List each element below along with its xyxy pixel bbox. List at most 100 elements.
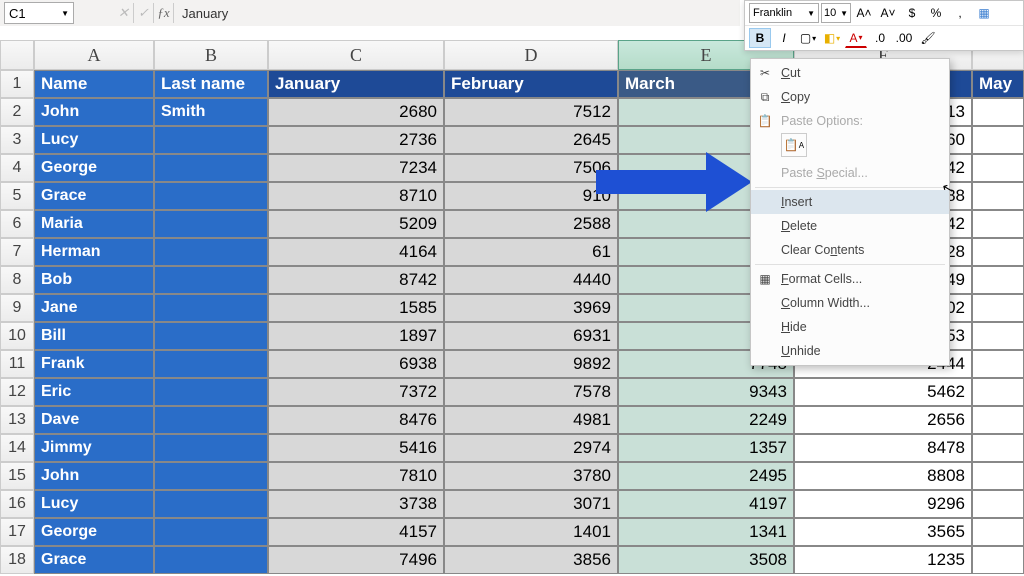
cell-jan[interactable]: 7234: [268, 154, 444, 182]
cell-jan[interactable]: 3738: [268, 490, 444, 518]
ctx-format-cells[interactable]: ▦Format Cells...: [751, 267, 949, 291]
cell-mar[interactable]: 3508: [618, 546, 794, 574]
cell-last[interactable]: [154, 238, 268, 266]
cell-feb[interactable]: 6931: [444, 322, 618, 350]
cell-may[interactable]: [972, 210, 1024, 238]
fill-color-button[interactable]: ◧▾: [821, 28, 843, 48]
cell-mar[interactable]: 1341: [618, 518, 794, 546]
decrease-font-button[interactable]: A˅: [877, 3, 899, 23]
cell-feb[interactable]: 1401: [444, 518, 618, 546]
column-header-c[interactable]: C: [268, 40, 444, 70]
cell-apr[interactable]: 1235: [794, 546, 972, 574]
cell-apr[interactable]: 2656: [794, 406, 972, 434]
ctx-unhide[interactable]: Unhide: [751, 339, 949, 363]
cell-jan[interactable]: 7496: [268, 546, 444, 574]
cell-may[interactable]: [972, 462, 1024, 490]
cell-feb[interactable]: 61: [444, 238, 618, 266]
cell-name[interactable]: Eric: [34, 378, 154, 406]
cell-name[interactable]: Herman: [34, 238, 154, 266]
formula-input[interactable]: January: [182, 6, 228, 21]
cell-last[interactable]: [154, 490, 268, 518]
cell-may[interactable]: [972, 322, 1024, 350]
cell-jan[interactable]: 1585: [268, 294, 444, 322]
cell-name[interactable]: Jane: [34, 294, 154, 322]
cell-feb[interactable]: 3071: [444, 490, 618, 518]
cell-feb[interactable]: 2974: [444, 434, 618, 462]
row-header[interactable]: 17: [0, 518, 34, 546]
cell-feb[interactable]: 3780: [444, 462, 618, 490]
row-header[interactable]: 14: [0, 434, 34, 462]
row-header[interactable]: 15: [0, 462, 34, 490]
comma-button[interactable]: ,: [949, 3, 971, 23]
header-feb[interactable]: February: [444, 70, 618, 98]
increase-font-button[interactable]: A˄: [853, 3, 875, 23]
cell-mar[interactable]: 2249: [618, 406, 794, 434]
ctx-delete[interactable]: Delete: [751, 214, 949, 238]
row-header[interactable]: 13: [0, 406, 34, 434]
cell-name[interactable]: Bill: [34, 322, 154, 350]
cell-jan[interactable]: 8476: [268, 406, 444, 434]
cell-name[interactable]: John: [34, 462, 154, 490]
cell-may[interactable]: [972, 546, 1024, 574]
cell-jan[interactable]: 7810: [268, 462, 444, 490]
cell-last[interactable]: [154, 518, 268, 546]
cell-may[interactable]: [972, 294, 1024, 322]
cell-name[interactable]: Lucy: [34, 126, 154, 154]
cell-jan[interactable]: 5416: [268, 434, 444, 462]
cell-mar[interactable]: 9343: [618, 378, 794, 406]
cell-may[interactable]: [972, 154, 1024, 182]
cell-feb[interactable]: 3856: [444, 546, 618, 574]
cell-last[interactable]: [154, 378, 268, 406]
ctx-column-width[interactable]: Column Width...: [751, 291, 949, 315]
cell-may[interactable]: [972, 126, 1024, 154]
cell-last[interactable]: [154, 434, 268, 462]
increase-decimal-icon[interactable]: .00: [893, 28, 915, 48]
cell-last[interactable]: [154, 546, 268, 574]
cell-jan[interactable]: 6938: [268, 350, 444, 378]
cell-feb[interactable]: 4981: [444, 406, 618, 434]
cell-name[interactable]: George: [34, 518, 154, 546]
bold-button[interactable]: B: [749, 28, 771, 48]
name-box[interactable]: C1 ▼: [4, 2, 74, 24]
cell-feb[interactable]: 2645: [444, 126, 618, 154]
cell-last[interactable]: [154, 462, 268, 490]
column-header-d[interactable]: D: [444, 40, 618, 70]
percent-button[interactable]: %: [925, 3, 947, 23]
cell-apr[interactable]: 9296: [794, 490, 972, 518]
cell-feb[interactable]: 7578: [444, 378, 618, 406]
row-header[interactable]: 16: [0, 490, 34, 518]
row-header[interactable]: 4: [0, 154, 34, 182]
decrease-decimal-icon[interactable]: .0: [869, 28, 891, 48]
cell-name[interactable]: Frank: [34, 350, 154, 378]
cell-may[interactable]: [972, 434, 1024, 462]
cell-mar[interactable]: 2495: [618, 462, 794, 490]
row-header[interactable]: 1: [0, 70, 34, 98]
cell-last[interactable]: [154, 210, 268, 238]
cell-last[interactable]: [154, 126, 268, 154]
cell-may[interactable]: [972, 98, 1024, 126]
cell-may[interactable]: [972, 518, 1024, 546]
cell-last[interactable]: Smith: [154, 98, 268, 126]
cell-feb[interactable]: 7512: [444, 98, 618, 126]
cell-last[interactable]: [154, 322, 268, 350]
cell-may[interactable]: [972, 406, 1024, 434]
cell-jan[interactable]: 8742: [268, 266, 444, 294]
ctx-copy[interactable]: ⧉Copy: [751, 85, 949, 109]
cell-name[interactable]: Dave: [34, 406, 154, 434]
cancel-icon[interactable]: ✕: [114, 3, 134, 23]
cell-feb[interactable]: 7506: [444, 154, 618, 182]
cell-name[interactable]: George: [34, 154, 154, 182]
cell-apr[interactable]: 3565: [794, 518, 972, 546]
format-painter-icon[interactable]: 🖌: [917, 28, 939, 48]
column-header-a[interactable]: A: [34, 40, 154, 70]
cell-may[interactable]: [972, 378, 1024, 406]
cell-may[interactable]: [972, 490, 1024, 518]
font-color-button[interactable]: A▾: [845, 28, 867, 48]
cell-name[interactable]: Maria: [34, 210, 154, 238]
cell-mar[interactable]: 1357: [618, 434, 794, 462]
cell-jan[interactable]: 2680: [268, 98, 444, 126]
cell-feb[interactable]: 910: [444, 182, 618, 210]
row-header[interactable]: 11: [0, 350, 34, 378]
header-jan[interactable]: January: [268, 70, 444, 98]
cell-last[interactable]: [154, 154, 268, 182]
